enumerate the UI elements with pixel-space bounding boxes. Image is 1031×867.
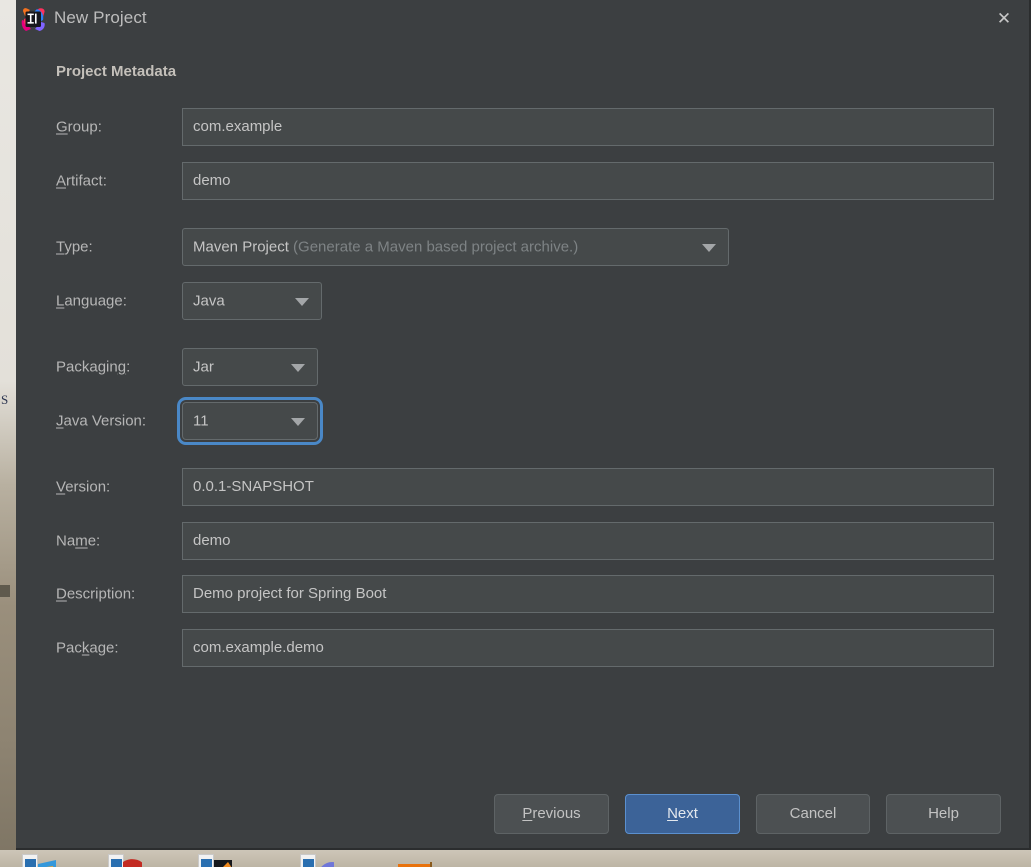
close-icon[interactable]: ✕ (987, 4, 1021, 34)
desktop-shape-sliver (0, 585, 10, 597)
taskbar-item[interactable] (108, 850, 142, 867)
label-name: Name: (56, 532, 101, 550)
label-packaging: Packaging: (56, 358, 131, 376)
name-input[interactable]: demo (182, 522, 994, 560)
label-version: Version: (56, 478, 111, 496)
language-combobox[interactable]: Java (182, 282, 322, 320)
chevron-down-icon (295, 298, 309, 306)
section-title: Project Metadata (56, 63, 177, 80)
artifact-input[interactable]: demo (182, 162, 994, 200)
taskbar-icon-4 (321, 862, 334, 867)
type-combobox-selected: Maven Project (193, 238, 289, 256)
cancel-button[interactable]: Cancel (756, 794, 870, 834)
taskbar-icon-1 (38, 860, 56, 867)
group-input[interactable]: com.example (182, 108, 994, 146)
java-version-combobox-value: 11 (193, 412, 209, 430)
taskbar-item[interactable] (300, 850, 334, 867)
label-group: Group: (56, 118, 102, 136)
label-package: Package: (56, 639, 119, 657)
label-artifact: Artifact: (56, 172, 107, 190)
next-button[interactable]: Next (625, 794, 740, 834)
help-button[interactable]: Help (886, 794, 1001, 834)
new-project-dialog: New Project ✕ Project Metadata Group: co… (16, 0, 1031, 850)
chevron-down-icon (291, 364, 305, 372)
chevron-down-icon (702, 244, 716, 252)
type-combobox-value: Maven Project (Generate a Maven based pr… (193, 239, 578, 256)
taskbar[interactable] (0, 850, 1031, 867)
package-input[interactable]: com.example.demo (182, 629, 994, 667)
label-java-version: Java Version: (56, 412, 147, 430)
dialog-titlebar: New Project ✕ (16, 0, 1029, 40)
description-input[interactable]: Demo project for Spring Boot (182, 575, 994, 613)
type-combobox-hint: (Generate a Maven based project archive.… (293, 238, 579, 256)
language-combobox-value: Java (193, 292, 225, 310)
label-language: Language: (56, 292, 127, 310)
java-version-combobox[interactable]: 11 (177, 397, 323, 445)
taskbar-icon-2 (123, 859, 142, 867)
intellij-idea-logo-icon (21, 8, 45, 31)
packaging-combobox[interactable]: Jar (182, 348, 318, 386)
previous-button[interactable]: Previous (494, 794, 609, 834)
dialog-button-bar: Previous Next Cancel Help (16, 794, 1031, 840)
version-input[interactable]: 0.0.1-SNAPSHOT (182, 468, 994, 506)
dialog-title: New Project (54, 8, 147, 27)
type-combobox[interactable]: Maven Project (Generate a Maven based pr… (182, 228, 729, 266)
taskbar-item[interactable] (198, 850, 232, 867)
label-type: Type: (56, 238, 93, 256)
taskbar-icon-5 (398, 862, 432, 867)
chevron-down-icon (291, 418, 305, 426)
packaging-combobox-value: Jar (193, 358, 214, 376)
desktop-icon-sliver: S (1, 392, 9, 407)
taskbar-icon-3 (214, 860, 232, 867)
taskbar-item[interactable] (398, 850, 432, 867)
taskbar-item[interactable] (22, 850, 56, 867)
label-description: Description: (56, 585, 136, 603)
